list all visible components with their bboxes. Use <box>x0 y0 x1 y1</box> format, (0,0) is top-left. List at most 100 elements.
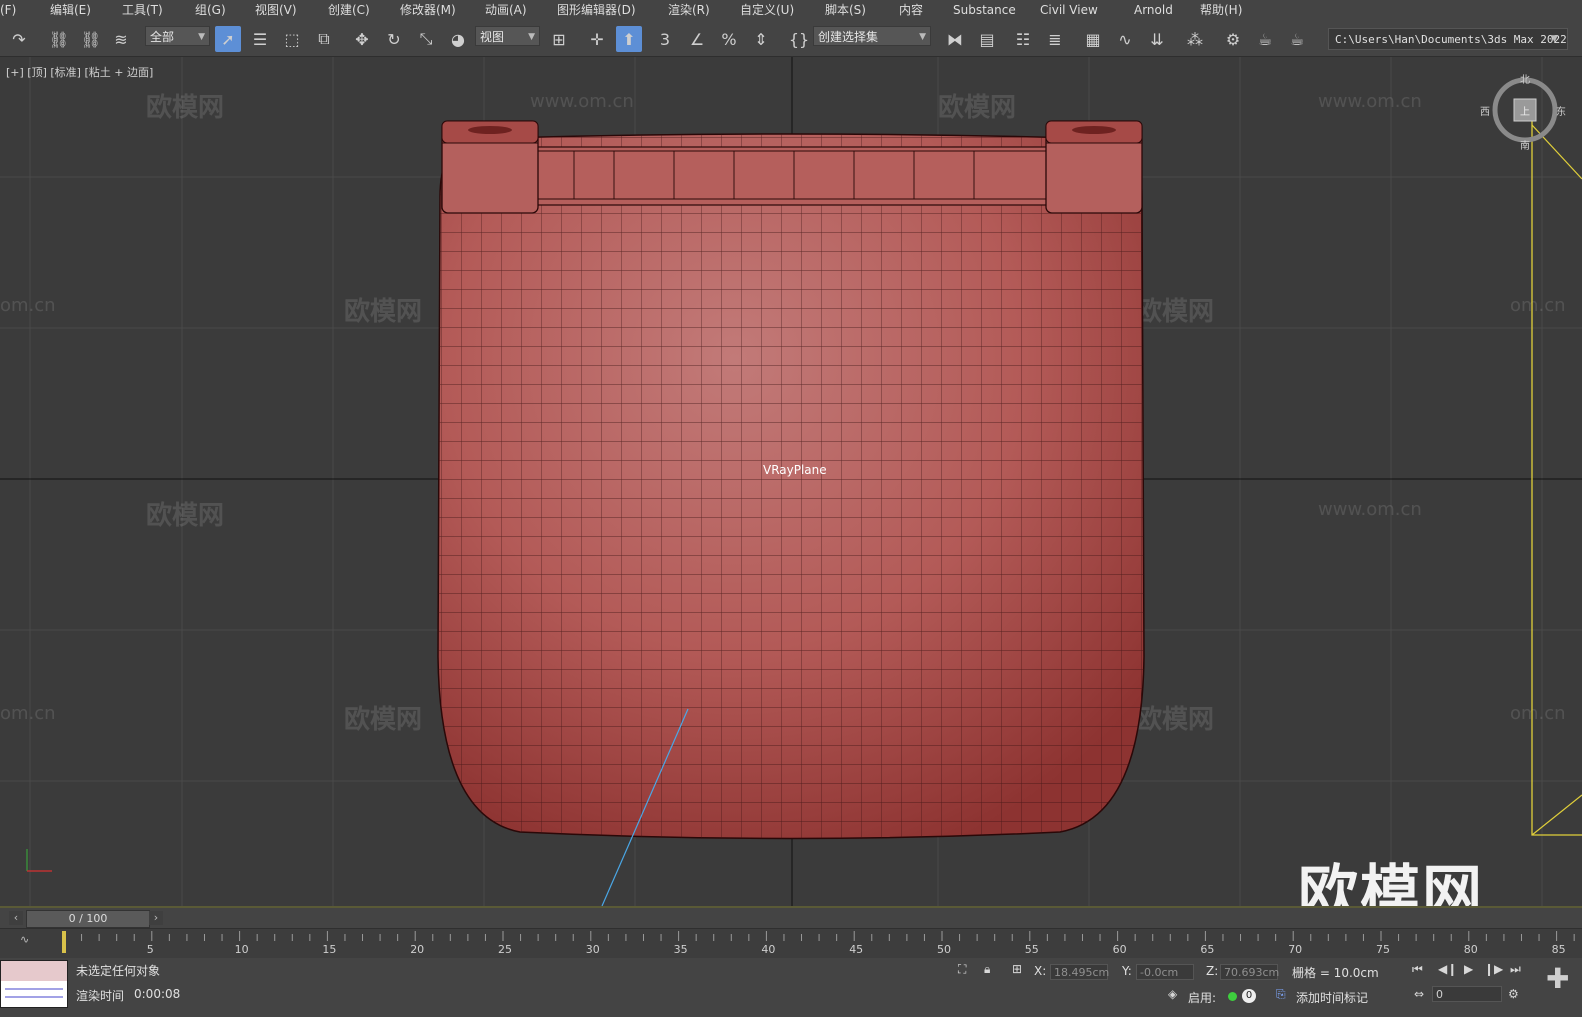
current-frame-field[interactable]: 0 <box>1432 986 1502 1002</box>
grid-size: 栅格 = 10.0cm <box>1292 966 1379 980</box>
menu-animation[interactable]: 动画(A) <box>485 0 527 20</box>
adaptive-degradation-icon[interactable]: ◈ <box>1168 987 1177 1001</box>
track-bar[interactable]: ∿ 5 10 15 20 25 30 35 40 45 50 55 60 65 70 75 80 85 <box>0 928 1582 959</box>
selection-lock-icon[interactable]: 🔒︎ <box>984 962 990 977</box>
named-selection-dropdown[interactable]: 创建选择集 ▼ <box>813 26 931 46</box>
keyboard-shortcut-override-icon[interactable]: ⬆ <box>616 26 642 52</box>
chevron-down-icon[interactable]: ▼ <box>1551 34 1558 44</box>
viewcube-west[interactable]: 西 <box>1480 103 1490 118</box>
viewcube-east[interactable]: 东 <box>1556 103 1566 118</box>
chevron-down-icon: ▼ <box>919 32 926 42</box>
material-editor-icon[interactable]: ⁂ <box>1182 26 1208 52</box>
scale-icon[interactable]: ⤡ <box>413 26 439 52</box>
menu-group[interactable]: 组(G) <box>195 0 226 20</box>
layer-explorer-icon[interactable]: ≣ <box>1042 26 1068 52</box>
viewcube-north[interactable]: 北 <box>1520 71 1530 86</box>
menu-edit[interactable]: 编辑(E) <box>50 0 91 20</box>
menu-create[interactable]: 创建(C) <box>328 0 370 20</box>
viewport-top[interactable]: 欧模网 www.om.cn 欧模网 www.om.cn om.cn 欧模网 ww… <box>0 57 1582 908</box>
go-to-start-icon[interactable]: ⏮ <box>1412 962 1423 977</box>
add-time-tag[interactable]: 添加时间标记 <box>1296 989 1368 1006</box>
reference-coordinate-dropdown[interactable]: 视图 ▼ <box>475 26 540 46</box>
viewcube[interactable]: 北 西 东 南 上 <box>1480 75 1566 152</box>
next-frame-arrow-icon[interactable]: › <box>149 911 163 925</box>
track-tick-label: 35 <box>673 943 688 956</box>
status-bar: 未选定任何对象 渲染时间 0:00:08 ⛶ 🔒︎ ⊞ X: 18.495cm … <box>0 958 1582 1017</box>
menu-graph-editors[interactable]: 图形编辑器(D) <box>557 0 636 20</box>
unlink-icon[interactable]: ⛓ <box>78 26 104 52</box>
menu-rendering[interactable]: 渲染(R) <box>668 0 710 20</box>
menu-substance[interactable]: Substance <box>953 0 1016 20</box>
select-by-name-icon[interactable]: ☰ <box>247 26 273 52</box>
previous-frame-icon[interactable]: ◀❙ <box>1438 962 1457 976</box>
curve-editor-mini-icon[interactable]: ∿ <box>20 933 29 946</box>
isolate-selection-icon[interactable]: ⛶ <box>958 962 966 977</box>
toggle-ribbon-icon[interactable]: ▦ <box>1080 26 1106 52</box>
zoom-extents-all-icon[interactable]: ✚ <box>1546 962 1569 995</box>
time-tag-icon[interactable]: ⎘ <box>1276 987 1286 1002</box>
menu-modifiers[interactable]: 修改器(M) <box>400 0 456 20</box>
select-manipulate-icon[interactable]: ✛ <box>584 26 610 52</box>
render-setup-icon[interactable]: ⚙ <box>1220 26 1246 52</box>
track-tick-label: 80 <box>1463 943 1478 956</box>
previous-frame-arrow-icon[interactable]: ‹ <box>9 911 23 925</box>
redo-icon[interactable]: ↷ <box>6 26 32 52</box>
select-object-icon[interactable]: ➚ <box>215 26 241 52</box>
menu-civil-view[interactable]: Civil View <box>1040 0 1098 20</box>
track-tick-label: 75 <box>1376 943 1390 956</box>
rendered-frame-window-icon[interactable]: ☕ <box>1252 26 1278 52</box>
status-indicator-icon <box>1228 992 1237 1001</box>
track-tick-label: 5 <box>146 943 154 956</box>
track-tick-label: 45 <box>849 943 864 956</box>
menu-arnold[interactable]: Arnold <box>1134 0 1173 20</box>
z-coordinate-field[interactable]: 70.693cm <box>1220 964 1279 980</box>
rectangle-selection-icon[interactable]: ⬚ <box>279 26 305 52</box>
key-mode-icon[interactable]: ⇔ <box>1414 987 1424 1001</box>
pivot-center-icon[interactable]: ⊞ <box>546 26 572 52</box>
next-frame-icon[interactable]: ❙▶ <box>1484 962 1503 976</box>
selection-filter-dropdown[interactable]: 全部 ▼ <box>145 26 210 46</box>
track-tick-label: 40 <box>761 943 776 956</box>
project-path-field[interactable]: C:\Users\Han\Documents\3ds Max 2022 <box>1328 28 1568 50</box>
move-icon[interactable]: ✥ <box>349 26 375 52</box>
menu-content[interactable]: 内容 <box>899 0 923 20</box>
x-coordinate-field[interactable]: 18.495cm <box>1050 964 1109 980</box>
menu-customize[interactable]: 自定义(U) <box>740 0 794 20</box>
absolute-mode-icon[interactable]: ⊞ <box>1012 962 1022 976</box>
y-coordinate-field[interactable]: -0.0cm <box>1136 964 1194 980</box>
edit-named-selection-icon[interactable]: {} <box>786 26 812 52</box>
align-icon[interactable]: ▤ <box>974 26 1000 52</box>
viewcube-south[interactable]: 南 <box>1520 137 1530 152</box>
reference-coordinate-value: 视图 <box>480 30 505 44</box>
viewport-label[interactable]: [+] [顶] [标准] [粘土 + 边面] <box>6 64 153 80</box>
time-slider[interactable]: 0 / 100 <box>26 910 150 928</box>
curve-editor-icon[interactable]: ∿ <box>1112 26 1138 52</box>
go-to-end-icon[interactable]: ⏭ <box>1510 962 1521 977</box>
spinner-snap-icon[interactable]: ⇕ <box>748 26 774 52</box>
window-crossing-icon[interactable]: ⧉ <box>311 26 337 52</box>
percent-snap-icon[interactable]: % <box>716 26 742 52</box>
viewcube-top-face[interactable]: 上 <box>1520 103 1530 118</box>
play-icon[interactable]: ▶ <box>1464 962 1473 976</box>
render-production-icon[interactable]: ☕ <box>1284 26 1310 52</box>
link-icon[interactable]: ⛓ <box>46 26 72 52</box>
menu-tools[interactable]: 工具(T) <box>122 0 163 20</box>
angle-snap-icon[interactable]: ∠ <box>684 26 710 52</box>
schematic-view-icon[interactable]: ⇊ <box>1144 26 1170 52</box>
track-tick-label: 70 <box>1288 943 1303 956</box>
bind-space-warp-icon[interactable]: ≋ <box>108 26 134 52</box>
menu-help[interactable]: 帮助(H) <box>1200 0 1242 20</box>
snaps-toggle-icon[interactable]: 3 <box>652 26 678 52</box>
track-tick-label: 55 <box>1024 943 1039 956</box>
scene-explorer-icon[interactable]: ☷ <box>1010 26 1036 52</box>
rotate-icon[interactable]: ↻ <box>381 26 407 52</box>
time-configuration-icon[interactable]: ⚙ <box>1508 987 1519 1001</box>
cushion-model[interactable] <box>0 57 1582 906</box>
counter-badge-icon[interactable]: 0 <box>1242 989 1256 1003</box>
placement-icon[interactable]: ◕ <box>445 26 471 52</box>
maxscript-mini-listener[interactable] <box>0 960 68 1008</box>
menu-scripting[interactable]: 脚本(S) <box>825 0 866 20</box>
mirror-icon[interactable]: ⧓ <box>942 26 968 52</box>
menu-views[interactable]: 视图(V) <box>255 0 297 20</box>
menu-file[interactable]: (F) <box>0 0 16 20</box>
